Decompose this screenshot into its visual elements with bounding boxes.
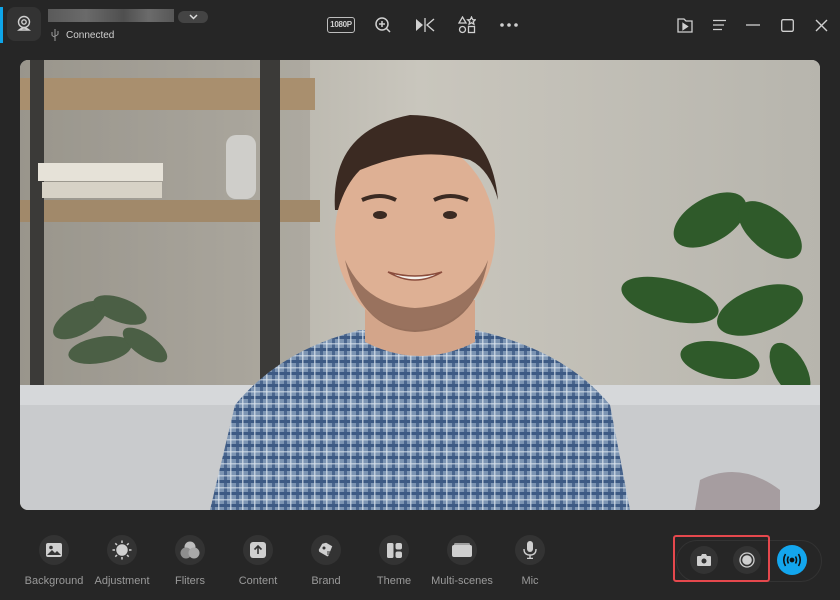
brand-label: Brand <box>311 575 341 587</box>
active-indicator <box>0 7 3 43</box>
maximize-button[interactable] <box>770 12 804 38</box>
chevron-down-icon <box>188 14 198 20</box>
title-bar: Connected 1080P <box>0 0 840 50</box>
close-button[interactable] <box>804 12 838 38</box>
mirror-flip-icon <box>416 18 435 32</box>
menu-button[interactable] <box>702 12 736 38</box>
device-dropdown-button[interactable] <box>178 11 208 23</box>
filters-tool[interactable]: Fliters <box>156 530 224 592</box>
more-button[interactable] <box>488 12 530 38</box>
background-tool[interactable]: Background <box>20 530 88 592</box>
filters-icon <box>180 541 200 559</box>
connection-status: Connected <box>50 29 114 41</box>
close-icon <box>815 19 827 31</box>
shapes-button[interactable] <box>446 12 488 38</box>
maximize-icon <box>780 18 794 32</box>
menu-icon <box>712 19 726 31</box>
adjustment-label: Adjustment <box>94 575 150 587</box>
mic-tool[interactable]: Mic <box>496 530 564 592</box>
webcam-icon <box>17 15 31 31</box>
scenes-icon <box>452 543 472 557</box>
minimize-icon <box>746 24 760 26</box>
camera-source-button[interactable] <box>7 7 41 41</box>
resolution-badge: 1080P <box>327 17 355 33</box>
center-toolbar: 1080P <box>320 12 530 38</box>
image-icon <box>46 543 62 557</box>
layout-icon <box>386 542 402 558</box>
device-name-redacted <box>48 9 174 22</box>
sun-icon <box>112 540 132 560</box>
content-tool[interactable]: Content <box>224 530 292 592</box>
go-live-button[interactable] <box>777 545 807 575</box>
adjustment-tool[interactable]: Adjustment <box>88 530 156 592</box>
snapshot-button[interactable] <box>690 546 718 574</box>
theme-label: Theme <box>376 575 412 587</box>
theme-tool[interactable]: Theme <box>360 530 428 592</box>
zoom-in-button[interactable] <box>362 12 404 38</box>
tag-icon <box>318 542 333 557</box>
preview-scene <box>20 60 820 510</box>
shapes-icon <box>458 16 476 34</box>
content-label: Content <box>238 575 278 587</box>
upload-icon <box>250 542 266 558</box>
window-controls <box>668 12 838 38</box>
effects-toolbar: Background Adjustment Fliters Content Br… <box>20 530 564 592</box>
record-button[interactable] <box>733 546 761 574</box>
mirror-button[interactable] <box>404 12 446 38</box>
mic-label: Mic <box>521 575 539 587</box>
multi-scenes-label: Multi-scenes <box>431 575 493 587</box>
more-horizontal-icon <box>500 23 518 27</box>
recordings-folder-button[interactable] <box>668 12 702 38</box>
zoom-in-icon <box>375 17 391 33</box>
resolution-button[interactable]: 1080P <box>320 12 362 38</box>
camera-icon <box>697 554 711 566</box>
status-text: Connected <box>66 29 115 41</box>
background-label: Background <box>24 575 84 587</box>
folder-play-icon <box>677 18 693 33</box>
filters-label: Fliters <box>175 575 205 587</box>
multi-scenes-tool[interactable]: Multi-scenes <box>428 530 496 592</box>
usb-icon <box>51 29 59 41</box>
broadcast-icon <box>782 553 802 567</box>
camera-preview[interactable] <box>20 60 820 510</box>
minimize-button[interactable] <box>736 12 770 38</box>
record-icon <box>739 552 755 568</box>
mic-icon <box>523 541 537 559</box>
brand-tool[interactable]: Brand <box>292 530 360 592</box>
